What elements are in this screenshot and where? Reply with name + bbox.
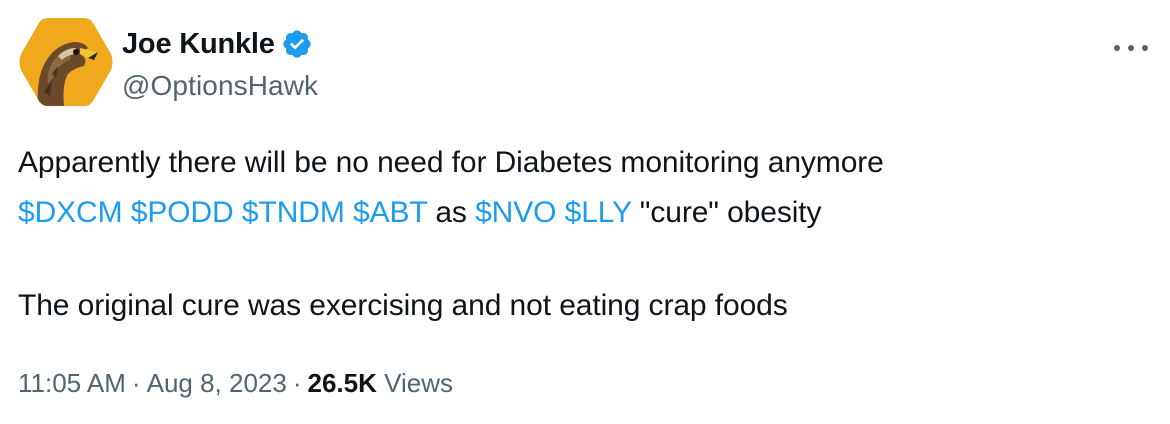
cashtag-link[interactable]: $PODD — [131, 196, 234, 229]
tweet-text-line-3: The original cure was exercising and not… — [18, 289, 788, 322]
views-count: 26.5K — [307, 368, 377, 398]
tweet-card: Joe Kunkle @OptionsHawk Apparently there… — [0, 0, 1170, 424]
tweet-time[interactable]: 11:05 AM — [18, 368, 126, 398]
author-name-row: Joe Kunkle — [122, 26, 313, 62]
dot — [1114, 45, 1120, 51]
cashtag-link[interactable]: $ABT — [353, 196, 427, 229]
more-options-icon[interactable] — [1114, 42, 1148, 54]
cashtag-link[interactable]: $DXCM — [18, 196, 123, 229]
hawk-avatar-icon — [19, 18, 113, 106]
meta-separator: · — [131, 368, 141, 398]
dot — [1142, 45, 1148, 51]
cashtag-link[interactable]: $TNDM — [242, 196, 345, 229]
tweet-text: "cure" obesity — [639, 196, 822, 229]
tweet-date[interactable]: Aug 8, 2023 — [147, 368, 287, 398]
dot — [1128, 45, 1134, 51]
cashtag-link[interactable]: $NVO — [475, 196, 556, 229]
avatar[interactable] — [18, 14, 114, 110]
views-label: Views — [384, 368, 454, 398]
tweet-text-line-2: $DXCM $PODD $TNDM $ABT as $NVO $LLY "cur… — [18, 196, 822, 230]
meta-separator: · — [292, 368, 302, 398]
verified-badge-icon — [281, 28, 313, 60]
display-name[interactable]: Joe Kunkle — [122, 28, 275, 61]
cashtag-link[interactable]: $LLY — [565, 196, 632, 229]
tweet-meta: 11:05 AM · Aug 8, 2023 · 26.5K Views — [18, 368, 453, 399]
tweet-text: as — [435, 196, 467, 229]
author-handle[interactable]: @OptionsHawk — [122, 70, 318, 102]
tweet-text-line-1: Apparently there will be no need for Dia… — [18, 146, 884, 179]
